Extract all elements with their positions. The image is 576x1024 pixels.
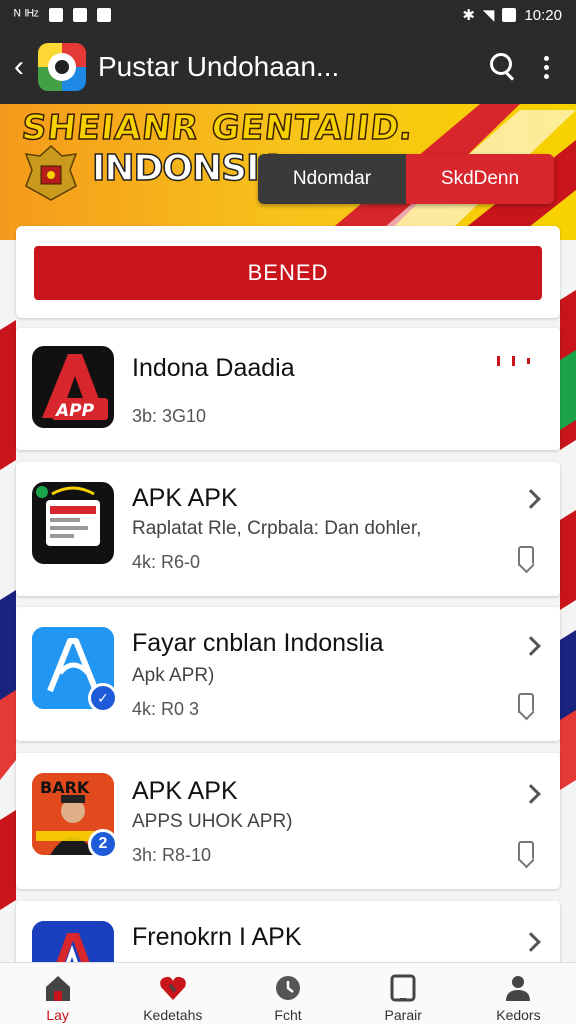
search-icon[interactable] <box>478 43 526 91</box>
status-time: 10:20 <box>524 6 562 24</box>
nav-item-apps[interactable]: Parair <box>346 963 461 1024</box>
app-meta: 3h: R8-10 <box>132 845 212 865</box>
bluetooth-icon: ✱ <box>462 7 475 24</box>
status-left-text: ᴺ ᴵᴴᶻ <box>14 6 39 24</box>
app-meta: 4k: R0 3 <box>132 699 200 719</box>
chevron-right-icon[interactable] <box>521 784 541 804</box>
tablet-icon <box>390 974 416 1002</box>
promo-banner: SHEIANR GENTAIID. INDONSIA Ndomdar SkdDe… <box>0 104 576 234</box>
phone-screenshot-icon <box>32 482 114 564</box>
wifi-icon: ◥ <box>482 7 495 24</box>
list-item[interactable]: APK APK Raplatat Rle, Crpbala: Dan dohle… <box>16 462 560 596</box>
garuda-emblem-icon <box>24 144 78 201</box>
chevron-right-icon[interactable] <box>521 932 541 952</box>
clock-icon <box>276 976 300 1000</box>
notification-icon <box>72 8 87 22</box>
back-arrow-icon[interactable]: ‹ <box>2 50 36 84</box>
primary-button[interactable]: BENED <box>34 246 542 300</box>
app-logo-icon <box>38 43 86 91</box>
nav-item-favorites[interactable]: Kedetahs <box>115 963 230 1024</box>
notification-icon <box>96 8 111 22</box>
loading-indicator <box>497 356 530 366</box>
bookmark-icon[interactable] <box>518 841 534 861</box>
person-icon <box>506 976 531 1001</box>
action-panel: BENED <box>16 226 560 318</box>
chevron-right-icon[interactable] <box>521 636 541 656</box>
bottom-navigation: Lay Kedetahs Fcht Parair Kedors <box>0 962 576 1024</box>
app-bar: ‹ Pustar Undohaan... <box>0 30 576 104</box>
app-a-logo-icon: APP <box>32 346 114 428</box>
nav-item-profile[interactable]: Kedors <box>461 963 576 1024</box>
app-subtitle: APPS UHOK APR) <box>132 811 293 832</box>
bookmark-icon[interactable] <box>518 693 534 713</box>
person-poster-icon: BARK 2 <box>32 773 118 859</box>
segment-control: Ndomdar SkdDenn <box>258 154 554 204</box>
nav-label: Lay <box>46 1007 69 1023</box>
app-icon-text: BARK <box>40 778 90 797</box>
app-meta: 4k: R6-0 <box>132 552 201 572</box>
badge-number: 2 <box>88 829 118 859</box>
app-meta: 3b: 3G10 <box>132 406 207 426</box>
page-title: Pustar Undohaan... <box>98 51 340 82</box>
battery-icon <box>502 8 517 22</box>
heart-icon <box>159 976 186 1000</box>
banner-country: INDONSIA <box>91 147 287 190</box>
app-title: Frenokrn I APK <box>132 923 302 951</box>
list-item[interactable]: BARK 2 APK APK APPS UHOK APR) 3h: R8-10 <box>16 753 560 889</box>
app-title: Indona Daadia <box>132 354 295 382</box>
more-options-icon[interactable] <box>526 43 566 91</box>
app-title: APK APK <box>132 484 238 512</box>
status-bar: ᴺ ᴵᴴᶻ ✱ ◥ 10:20 <box>0 0 576 30</box>
nav-label: Kedetahs <box>143 1007 203 1023</box>
app-subtitle: Raplatat Rle, Crpbala: Dan dohler, <box>132 518 422 539</box>
bookmark-icon[interactable] <box>518 546 534 566</box>
nav-item-history[interactable]: Fcht <box>230 963 345 1024</box>
app-title: Fayar cnblan Indonslia <box>132 629 384 657</box>
tab-left[interactable]: Ndomdar <box>258 154 406 204</box>
list-item[interactable]: APP Indona Daadia 3b: 3G10 <box>16 328 560 450</box>
home-icon <box>45 976 70 1001</box>
blue-a-logo-icon: ✓ <box>32 627 118 713</box>
chevron-right-icon[interactable] <box>521 489 541 509</box>
nav-label: Fcht <box>274 1007 302 1023</box>
list-item[interactable]: ✓ Fayar cnblan Indonslia Apk APR) 4k: R0… <box>16 607 560 741</box>
nav-label: Parair <box>384 1007 422 1023</box>
tab-right[interactable]: SkdDenn <box>406 154 554 204</box>
nav-item-home[interactable]: Lay <box>0 963 115 1024</box>
verified-badge-icon: ✓ <box>88 683 118 713</box>
app-icon-text: APP <box>54 401 95 421</box>
app-subtitle: Apk APR) <box>132 665 215 686</box>
nav-label: Kedors <box>496 1007 541 1023</box>
notification-icon <box>48 8 63 22</box>
app-title: APK APK <box>132 777 238 805</box>
